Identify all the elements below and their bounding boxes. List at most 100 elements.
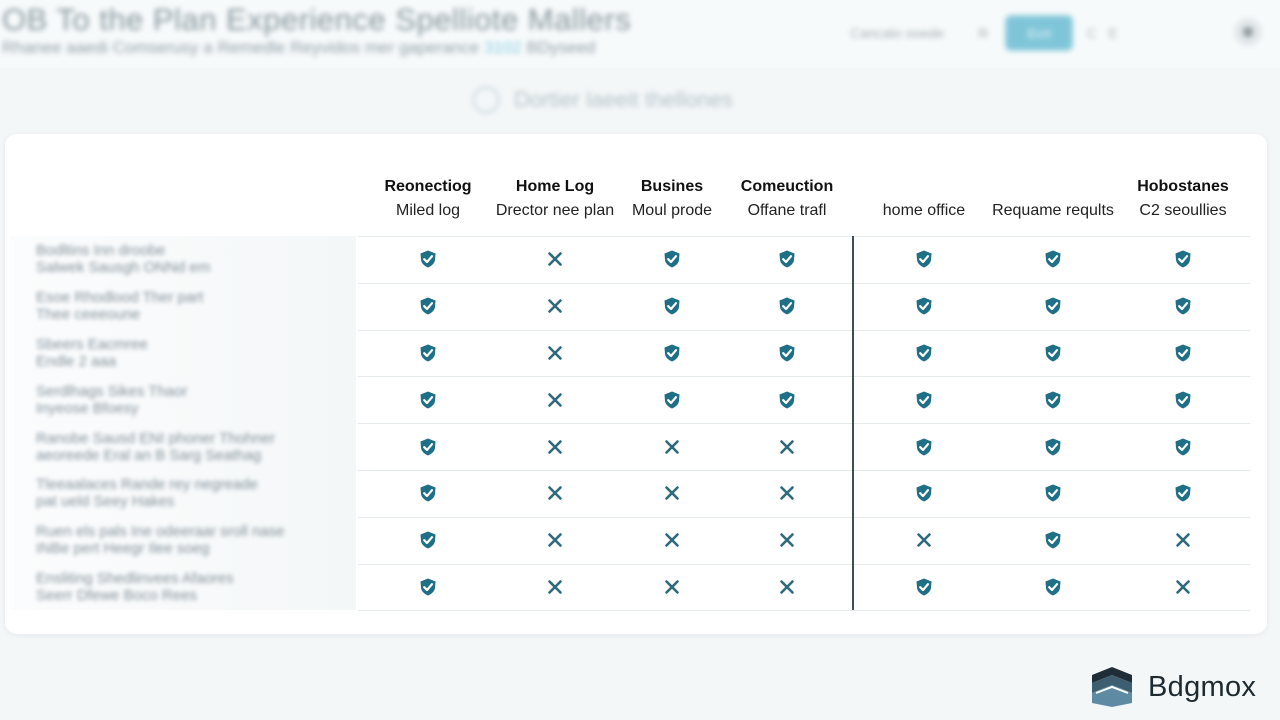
section-heading-text: Dortier laeeit thellones — [514, 87, 733, 112]
avatar-icon — [1243, 27, 1253, 37]
page-title: OB To the Plan Experience Spelliote Mall… — [2, 2, 632, 37]
row-label-line: Ranobe Sausd ENI phoner Thohner — [36, 430, 276, 447]
shield-check-icon — [416, 435, 440, 459]
x-mark-icon — [660, 435, 684, 459]
shield-check-icon — [416, 481, 440, 505]
shield-check-icon — [416, 294, 440, 318]
brand: Bdgmox — [1086, 662, 1256, 712]
shield-check-icon — [1041, 575, 1065, 599]
shield-check-icon — [1041, 294, 1065, 318]
top-more-menu[interactable]: C E — [1086, 25, 1121, 41]
shield-check-icon — [660, 294, 684, 318]
row-label-line: Endle 2 aaa — [36, 353, 117, 370]
column-title — [978, 176, 1128, 198]
shield-check-icon — [416, 388, 440, 412]
shield-check-icon — [660, 388, 684, 412]
page-subtitle-text: Rhanee aaedi Comserusy a Remedle Reyvido… — [2, 38, 480, 57]
x-mark-icon — [543, 388, 567, 412]
row-label: Sbeers Eacmree Endle 2 aaa — [36, 336, 346, 370]
shield-check-icon — [1171, 247, 1195, 271]
shield-check-icon — [912, 341, 936, 365]
row-label-line: Ensliting Shedlinvees Afaores — [36, 570, 234, 587]
shield-check-icon — [1041, 388, 1065, 412]
shield-check-icon — [1041, 341, 1065, 365]
bdgmox-logo-icon — [1092, 667, 1132, 707]
x-mark-icon — [543, 294, 567, 318]
shield-check-icon — [1041, 435, 1065, 459]
row-label: Ruen els pals Ine odeeraar sroll nase INB… — [36, 523, 346, 557]
row-label-line: Salwek Sausgh ONNd em — [36, 259, 211, 276]
page-subtitle-tail: BDyseed — [526, 38, 596, 57]
shield-check-icon — [416, 247, 440, 271]
x-mark-icon — [543, 435, 567, 459]
x-mark-icon — [775, 575, 799, 599]
page-subtitle: Rhanee aaedi Comserusy a Remedle Reyvido… — [2, 38, 595, 58]
x-mark-icon — [1171, 575, 1195, 599]
x-mark-icon — [543, 247, 567, 271]
shield-check-icon — [775, 294, 799, 318]
row-label-line: Ruen els pals Ine odeeraar sroll nase — [36, 523, 285, 540]
row-divider — [358, 376, 1250, 377]
section-heading: Dortier laeeit thellones — [472, 84, 733, 116]
shield-check-icon — [416, 575, 440, 599]
x-mark-icon — [543, 341, 567, 365]
x-mark-icon — [775, 528, 799, 552]
column-subtitle: home office — [882, 202, 966, 219]
row-label-line: pat ueld Seey Hakes — [36, 493, 175, 510]
row-divider — [358, 517, 1250, 518]
top-bar: OB To the Plan Experience Spelliote Mall… — [0, 0, 1280, 68]
x-mark-icon — [660, 575, 684, 599]
column-title — [849, 176, 999, 198]
row-label: Tleeaalaces Rande rey negreade pat ueld S… — [36, 476, 346, 510]
row-label: Esoe Rhodlood Ther part Thee ceeeoune — [36, 289, 346, 323]
shield-check-icon — [1171, 341, 1195, 365]
row-divider — [358, 610, 1250, 611]
row-label-line: INBe pert Heegr Ilee soeg — [36, 540, 210, 557]
row-divider — [358, 330, 1250, 331]
row-label-line: Bodltins Inn droobe — [36, 242, 166, 259]
row-divider — [358, 423, 1250, 424]
x-mark-icon — [775, 481, 799, 505]
row-label-line: aeoreede Eral an B Sarg Seathag — [36, 447, 262, 464]
circle-icon — [472, 86, 500, 114]
shield-check-icon — [1171, 388, 1195, 412]
row-divider — [358, 236, 1250, 237]
page-subtitle-highlight: 3102 — [483, 38, 522, 57]
row-divider — [358, 283, 1250, 284]
shield-check-icon — [660, 341, 684, 365]
x-mark-icon — [1171, 528, 1195, 552]
shield-check-icon — [912, 435, 936, 459]
row-label: Ranobe Sausd ENI phoner Thohner aeoreede … — [36, 430, 346, 464]
x-mark-icon — [543, 575, 567, 599]
avatar[interactable] — [1234, 18, 1262, 46]
x-mark-icon — [660, 528, 684, 552]
row-label-line: Tleeaalaces Rande rey negreade — [36, 476, 258, 493]
column-header: Requame reqults — [978, 176, 1128, 222]
row-label-line: Thee ceeeoune — [36, 306, 141, 323]
row-label: Ensliting Shedlinvees Afaores Seerr Dfewe… — [36, 570, 346, 604]
row-label-line: Esoe Rhodlood Ther part — [36, 289, 204, 306]
top-actions: Cancalo ooede R Ecrt C E — [850, 14, 1122, 52]
top-plain-button[interactable]: R — [978, 25, 988, 41]
shield-check-icon — [1041, 481, 1065, 505]
row-label-line: Seerr Dfewe Boco Rees — [36, 587, 197, 604]
shield-check-icon — [775, 388, 799, 412]
shield-check-icon — [660, 247, 684, 271]
top-primary-button[interactable]: Ecrt — [1006, 16, 1073, 50]
column-header: Hobostanes C2 seoullies — [1108, 176, 1258, 222]
column-subtitle: Requame reqults — [992, 202, 1114, 219]
x-mark-icon — [912, 528, 936, 552]
x-mark-icon — [543, 481, 567, 505]
shield-check-icon — [912, 294, 936, 318]
x-mark-icon — [660, 481, 684, 505]
shield-check-icon — [1171, 481, 1195, 505]
shield-check-icon — [912, 247, 936, 271]
column-header: home office — [849, 176, 999, 222]
row-label-line: Sbeers Eacmree — [36, 336, 148, 353]
x-mark-icon — [543, 528, 567, 552]
row-label: Bodltins Inn droobe Salwek Sausgh ONNd em — [36, 242, 346, 276]
shield-check-icon — [1041, 247, 1065, 271]
top-tab-link[interactable]: Cancalo ooede — [850, 25, 944, 41]
column-title: Comeuction — [740, 178, 834, 195]
column-title: Hobostanes — [1137, 178, 1229, 195]
